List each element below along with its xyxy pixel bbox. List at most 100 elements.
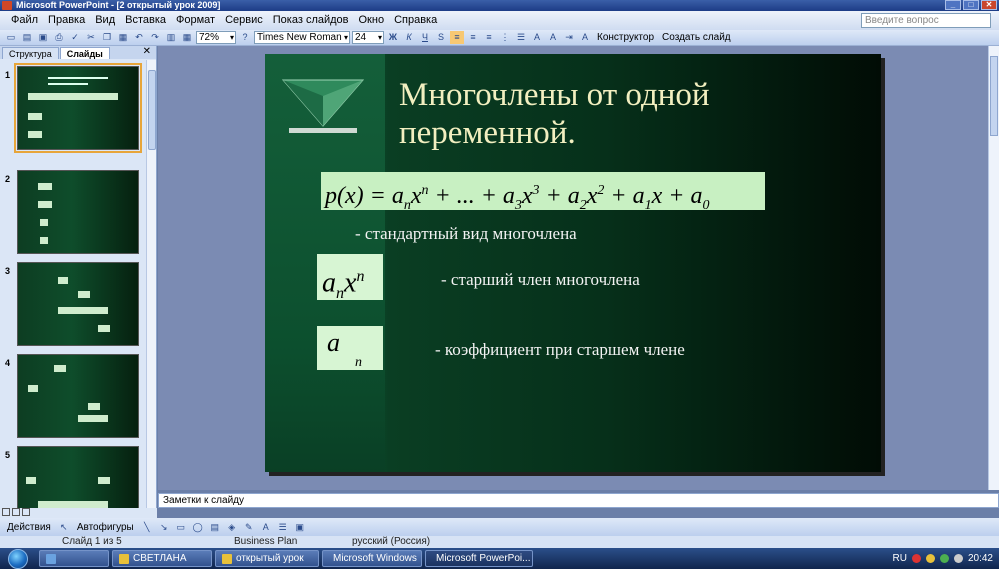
font-select[interactable]: Times New Roman xyxy=(254,31,350,44)
cut-icon[interactable]: ✂ xyxy=(84,31,98,44)
line-style-icon[interactable]: ☰ xyxy=(276,521,290,534)
designer-button[interactable]: Конструктор xyxy=(594,32,657,43)
create-slide-button[interactable]: Создать слайд xyxy=(659,32,734,43)
paste-icon[interactable]: ▦ xyxy=(116,31,130,44)
italic-icon[interactable]: К xyxy=(402,31,416,44)
underline-icon[interactable]: Ч xyxy=(418,31,432,44)
oval-icon[interactable]: ◯ xyxy=(191,521,205,534)
slide-thumbnail-2[interactable] xyxy=(17,170,139,254)
close-icon[interactable]: ✕ xyxy=(143,46,151,57)
indent-icon[interactable]: ⇥ xyxy=(562,31,576,44)
menu-help[interactable]: Справка xyxy=(389,11,442,30)
fill-color-icon[interactable]: ◈ xyxy=(225,521,239,534)
actions-menu[interactable]: Действия xyxy=(4,522,54,533)
line-icon[interactable]: ╲ xyxy=(140,521,154,534)
spellcheck-icon[interactable]: ✓ xyxy=(68,31,82,44)
textbox-icon[interactable]: ▤ xyxy=(208,521,222,534)
thumb-box xyxy=(38,501,108,508)
quick-launch[interactable] xyxy=(39,550,109,567)
font-size-select[interactable]: 24 xyxy=(352,31,384,44)
line-color-icon[interactable]: ✎ xyxy=(242,521,256,534)
grow-font-icon[interactable]: A xyxy=(530,31,544,44)
menu-file[interactable]: Файл xyxy=(6,11,43,30)
table-icon[interactable]: ▦ xyxy=(180,31,194,44)
align-left-icon[interactable]: ≡ xyxy=(450,31,464,44)
undo-icon[interactable]: ↶ xyxy=(132,31,146,44)
select-arrow-icon[interactable]: ↖ xyxy=(57,521,71,534)
minimize-button[interactable]: _ xyxy=(945,0,961,10)
thumbnails-scrollbar[interactable] xyxy=(146,60,156,508)
language-status: русский (Россия) xyxy=(352,536,431,547)
slideshow-view-icon[interactable] xyxy=(22,508,30,516)
tray-app-icon[interactable] xyxy=(925,554,935,563)
notes-pane[interactable]: Заметки к слайду xyxy=(158,493,999,508)
font-color-icon[interactable]: A xyxy=(259,521,273,534)
taskbar-item-svetlana[interactable]: СВЕТЛАНА xyxy=(112,550,212,567)
thumb-box xyxy=(78,291,90,298)
slide-title[interactable]: Многочлены от одной переменной. xyxy=(399,76,839,152)
arrow-icon[interactable]: ↘ xyxy=(157,521,171,534)
menu-format[interactable]: Формат xyxy=(171,11,220,30)
taskbar-item-powerpoint[interactable]: Microsoft PowerPoi... xyxy=(425,550,533,567)
tab-outline[interactable]: Структура xyxy=(2,47,59,59)
menu-slideshow[interactable]: Показ слайдов xyxy=(268,11,354,30)
shadow-icon[interactable]: S xyxy=(434,31,448,44)
new-icon[interactable]: ▭ xyxy=(4,31,18,44)
save-icon[interactable]: ▣ xyxy=(36,31,50,44)
redo-icon[interactable]: ↷ xyxy=(148,31,162,44)
numbered-list-icon[interactable]: ⋮ xyxy=(498,31,512,44)
polynomial-formula[interactable]: p(x) = anxn + ... + a3x3 + a2x2 + a1x + … xyxy=(321,172,765,213)
language-indicator[interactable]: RU xyxy=(893,553,907,564)
tab-slides[interactable]: Слайды xyxy=(59,47,110,59)
thumb-box xyxy=(38,201,52,208)
leading-term-text[interactable]: - старший член многочлена xyxy=(441,270,640,290)
open-icon[interactable]: ▤ xyxy=(20,31,34,44)
help-icon[interactable]: ? xyxy=(238,31,252,44)
font-color-icon[interactable]: A xyxy=(578,31,592,44)
copy-icon[interactable]: ❐ xyxy=(100,31,114,44)
thumb-title-line xyxy=(48,77,108,79)
bold-icon[interactable]: Ж xyxy=(386,31,400,44)
antivirus-icon[interactable] xyxy=(911,554,921,563)
zoom-select[interactable]: 72% xyxy=(196,31,236,44)
coefficient-box[interactable]: an xyxy=(317,326,383,370)
clock[interactable]: 20:42 xyxy=(968,553,993,564)
align-center-icon[interactable]: ≡ xyxy=(466,31,480,44)
slide-thumbnail-5[interactable] xyxy=(17,446,139,508)
thumb-title-line xyxy=(48,83,88,85)
menu-insert[interactable]: Вставка xyxy=(120,11,171,30)
maximize-button[interactable]: □ xyxy=(963,0,979,10)
volume-icon[interactable] xyxy=(953,554,963,563)
menu-tools[interactable]: Сервис xyxy=(220,11,268,30)
menu-window[interactable]: Окно xyxy=(354,11,390,30)
start-button[interactable] xyxy=(0,548,36,569)
leading-term-box[interactable]: anxn xyxy=(317,254,383,302)
normal-view-icon[interactable] xyxy=(2,508,10,516)
close-button[interactable]: ✕ xyxy=(981,0,997,10)
align-right-icon[interactable]: ≡ xyxy=(482,31,496,44)
editor-scrollbar[interactable] xyxy=(988,46,999,490)
menu-edit[interactable]: Правка xyxy=(43,11,90,30)
help-search-input[interactable]: Введите вопрос xyxy=(861,13,991,28)
leading-coefficient-text[interactable]: - коэффициент при старшем члене xyxy=(435,340,685,360)
rectangle-icon[interactable]: ▭ xyxy=(174,521,188,534)
slides-panel: Структура Слайды ✕ 1 2 3 4 5 xyxy=(0,46,157,508)
taskbar-item-lesson[interactable]: открытый урок xyxy=(215,550,319,567)
print-icon[interactable]: ⎙ xyxy=(52,31,66,44)
sorter-view-icon[interactable] xyxy=(12,508,20,516)
shrink-font-icon[interactable]: A xyxy=(546,31,560,44)
standard-form-text[interactable]: - стандартный вид многочлена xyxy=(355,224,577,244)
scroll-thumb[interactable] xyxy=(990,56,998,136)
bullet-list-icon[interactable]: ☰ xyxy=(514,31,528,44)
shadow-style-icon[interactable]: ▣ xyxy=(293,521,307,534)
chart-icon[interactable]: ▥ xyxy=(164,31,178,44)
slide-thumbnail-1[interactable] xyxy=(14,63,142,153)
slide-thumbnail-4[interactable] xyxy=(17,354,139,438)
network-icon[interactable] xyxy=(939,554,949,563)
slide-thumbnail-3[interactable] xyxy=(17,262,139,346)
scroll-thumb[interactable] xyxy=(148,70,156,150)
status-bar: Слайд 1 из 5 Business Plan русский (Росс… xyxy=(0,536,999,548)
autoshapes-menu[interactable]: Автофигуры xyxy=(74,522,137,533)
menu-view[interactable]: Вид xyxy=(90,11,120,30)
taskbar-item-windows[interactable]: Microsoft Windows xyxy=(322,550,422,567)
